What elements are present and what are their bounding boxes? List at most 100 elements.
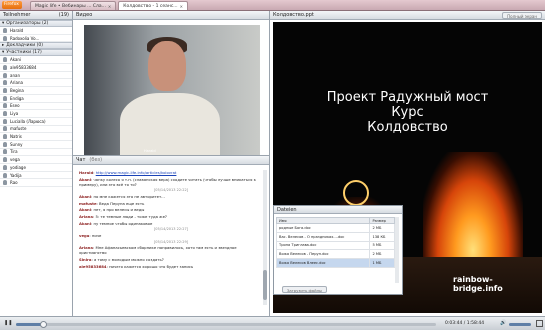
list-item[interactable]: mafuste xyxy=(0,126,72,134)
fullscreen-button[interactable]: Полный экран xyxy=(502,12,542,19)
message-text: Мне Афанасьевском сборнике понравилось, … xyxy=(79,245,237,256)
table-row[interactable]: Вас. Велесов - О праздниках....doc 138 КБ xyxy=(275,231,395,242)
user-name: ale95833684 xyxy=(10,64,37,70)
user-icon xyxy=(3,118,7,124)
user-name: vega xyxy=(10,157,20,163)
user-icon xyxy=(3,87,7,93)
volume-slider[interactable] xyxy=(509,323,531,326)
message-author: ale95833684 xyxy=(79,263,107,269)
chat-panel: Чат (без) Harald: http://www.magic-life.… xyxy=(73,155,270,316)
table-row[interactable]: Вожа Велесов Влеес.doc 1 МБ xyxy=(275,258,395,268)
scroll-thumb[interactable] xyxy=(263,270,267,300)
slide-title: Проект Радужный мост Курс Колдовство xyxy=(273,90,542,135)
seek-handle[interactable] xyxy=(40,321,48,328)
slide-line: Курс xyxy=(391,105,424,120)
close-icon[interactable]: ✕ xyxy=(180,2,183,11)
kolovrat-wheel xyxy=(343,180,369,206)
files-body: родные Бога.doc 2 МБ Вас. Велесов - О праз… xyxy=(275,223,395,268)
pause-icon[interactable]: ❚❚ xyxy=(4,320,12,327)
close-icon[interactable]: ✕ xyxy=(108,2,111,11)
tab-magic-life[interactable]: Magic life • Вебинары ... Сла... ✕ xyxy=(30,1,117,11)
presentation-header: Колдовство.ppt Полный экран xyxy=(270,11,545,20)
list-item[interactable]: Eseo xyxy=(0,103,72,111)
playback-time: 0:03:44 / 1:58:44 xyxy=(445,321,485,326)
message-author: Akani xyxy=(79,220,92,226)
participants-count: (19) xyxy=(58,12,69,18)
section-label: Докладчики (0) xyxy=(6,42,44,48)
user-name: Endiga xyxy=(10,95,24,101)
user-icon xyxy=(3,164,7,170)
list-item[interactable]: Begina xyxy=(0,87,72,95)
fullscreen-icon[interactable] xyxy=(536,320,543,327)
list-item[interactable]: Natris xyxy=(0,133,72,141)
volume-icon[interactable]: 🔊 xyxy=(500,320,507,327)
list-item[interactable]: Radoxolia Vo... xyxy=(0,35,72,43)
list-item[interactable]: Lucialla (Ларюса) xyxy=(0,118,72,126)
user-name: Rao xyxy=(10,180,18,186)
slide-line: Проект Радужный мост xyxy=(326,90,489,105)
message-link[interactable]: http://www.magic-life.info/articles/kolo… xyxy=(96,170,177,175)
chat-title: Чат xyxy=(76,157,86,163)
user-icon xyxy=(3,103,7,109)
user-icon xyxy=(3,172,7,178)
section-organizers[interactable]: ▾ Организаторы (2) xyxy=(0,20,72,27)
user-icon xyxy=(3,126,7,132)
table-row[interactable]: родные Бога.doc 2 МБ xyxy=(275,223,395,233)
file-name: Вас. Велесов - О праздниках....doc xyxy=(275,231,371,242)
participants-panel: Teilnehmer (19) ▾ Организаторы (2) Haral… xyxy=(0,11,73,316)
table-row[interactable]: Тропа Триглава.doc 5 МБ xyxy=(275,240,395,251)
message-author: Akani xyxy=(79,194,92,200)
list-item[interactable]: ale95833684 xyxy=(0,64,72,72)
message-text: ниче xyxy=(91,232,102,238)
list-item[interactable]: yodiage xyxy=(0,164,72,172)
section-presenters[interactable]: ▸ Докладчики (0) xyxy=(0,42,72,50)
list-item[interactable]: Sunny xyxy=(0,141,72,149)
file-size: 1 МБ xyxy=(369,258,395,268)
collapse-icon: ▾ xyxy=(2,49,5,55)
slide-watermark: rainbow-bridge.info xyxy=(453,275,503,293)
files-scrollbar[interactable] xyxy=(395,217,399,283)
chat-message: Akani: но мне кажется это не авторитет..… xyxy=(79,194,165,200)
chat-scrollbar[interactable] xyxy=(263,170,267,305)
list-item[interactable]: Harald xyxy=(0,27,72,35)
list-item[interactable]: Ariana xyxy=(0,79,72,88)
file-name: Тропа Триглава.doc xyxy=(275,240,371,251)
firefox-menu-button[interactable]: Firefox xyxy=(2,1,22,9)
list-item[interactable]: Rao xyxy=(0,179,72,188)
user-name: mafuste xyxy=(10,126,27,132)
file-name: Вожа Велесов Влеес.doc xyxy=(275,258,371,268)
chat-message: Sinira: а тому с молодым можно создать? xyxy=(79,257,164,263)
tab-label: Magic life • Вебинары ... Сла... xyxy=(35,3,106,9)
list-item[interactable]: Yadija xyxy=(0,172,72,180)
list-item[interactable]: Tira xyxy=(0,149,72,157)
list-item[interactable]: anan xyxy=(0,72,72,80)
chat-timestamp: [05/14/2013 22:29] xyxy=(153,239,189,244)
section-participants[interactable]: ▾ Участники (17) xyxy=(0,49,72,57)
video-title: Видео xyxy=(73,11,269,20)
user-name: Radoxolia Vo... xyxy=(10,35,40,41)
tab-koldovstvo[interactable]: Колдовство - 1 сеанс... ✕ xyxy=(118,1,188,10)
list-item[interactable]: vega xyxy=(0,156,72,164)
participants-header: Teilnehmer (19) xyxy=(0,11,72,20)
user-icon xyxy=(3,35,7,41)
user-icon xyxy=(3,64,7,70)
chat-timestamp: [05/14/2013 22:27] xyxy=(153,227,189,232)
section-label: Организаторы (2) xyxy=(6,20,49,26)
seek-bar[interactable] xyxy=(16,321,436,328)
download-files-button[interactable]: Загрузить файлы xyxy=(282,286,328,293)
user-icon xyxy=(3,111,7,117)
message-text: но мне кажется это не авторитет... xyxy=(93,194,165,200)
message-text: ну темное чтобы одинаковое xyxy=(93,220,153,226)
user-name: Begina xyxy=(10,87,24,93)
user-name: Liya xyxy=(10,111,19,117)
participant-list: Akani ale95833684 anan Ariana Begina Endiga Es… xyxy=(0,56,72,188)
tab-strip: Magic life • Вебинары ... Сла... ✕ Колдо… xyxy=(30,1,188,10)
user-icon xyxy=(3,95,7,101)
file-name: родные Бога.doc xyxy=(275,223,371,233)
list-item[interactable]: Endiga xyxy=(0,95,72,103)
list-item[interactable]: Liya xyxy=(0,110,72,118)
table-row[interactable]: Вожа Велесов - Перун.doc 2 МБ xyxy=(275,249,395,260)
list-item[interactable]: Akani xyxy=(0,56,72,65)
chat-subtitle: (без) xyxy=(89,157,103,163)
chat-message: vega: ниче xyxy=(79,232,102,238)
